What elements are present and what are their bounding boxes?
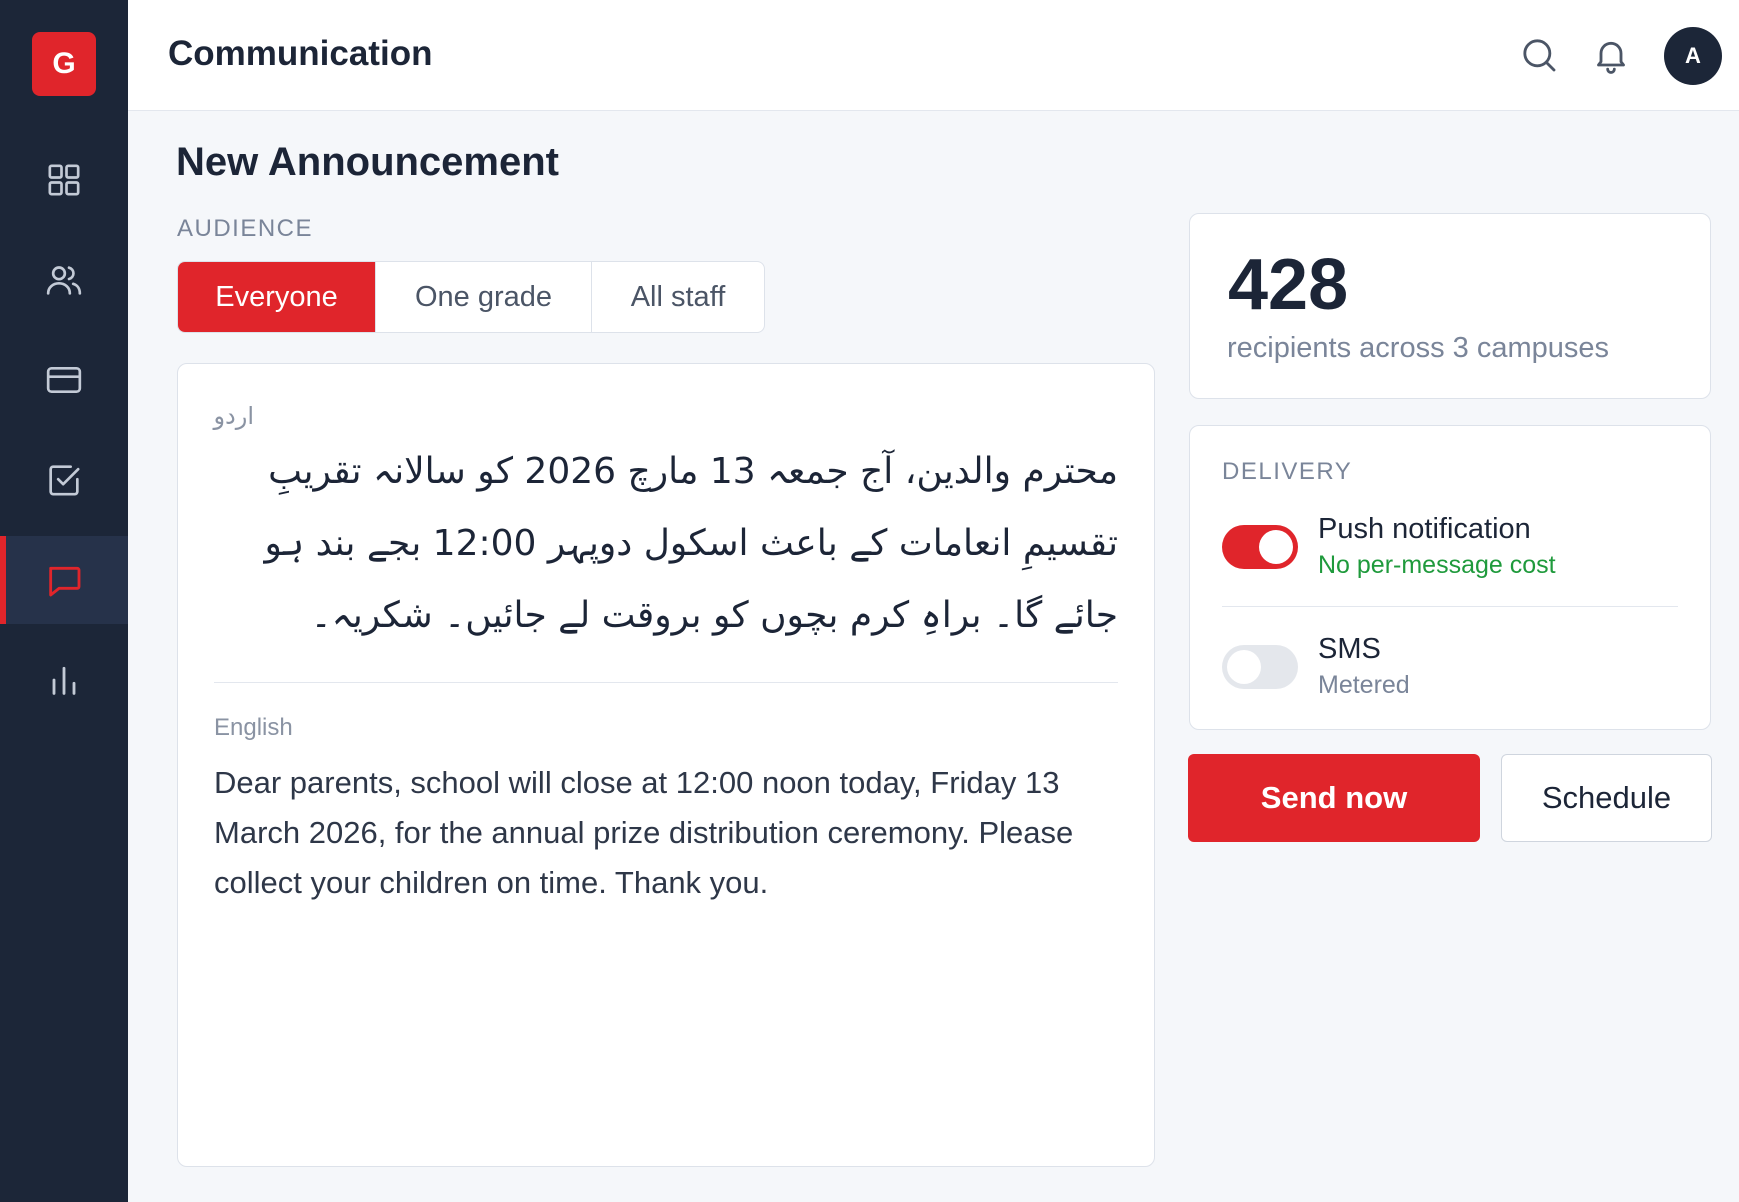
bell-icon <box>1597 41 1625 74</box>
top-header: Communication A <box>128 0 1739 111</box>
recipient-caption: recipients across 3 campuses <box>1227 332 1609 364</box>
push-notification-title: Push notification <box>1318 513 1531 545</box>
sms-toggle[interactable] <box>1222 645 1298 689</box>
sidebar: G <box>0 0 128 1202</box>
english-label: English <box>214 714 293 741</box>
audience-option-everyone[interactable]: Everyone <box>178 262 376 332</box>
urdu-label: اردو <box>213 403 254 430</box>
sidebar-item-communication[interactable] <box>0 536 128 624</box>
delivery-divider <box>1222 606 1678 607</box>
message-editor[interactable]: اردو محترم والدین، آج جمعہ 13 مارچ 2026 … <box>177 363 1155 1167</box>
sms-subtitle: Metered <box>1318 671 1410 699</box>
sidebar-item-dashboard[interactable] <box>0 136 128 224</box>
language-divider <box>214 682 1118 683</box>
credit-card-icon <box>46 367 82 393</box>
sidebar-item-people[interactable] <box>0 236 128 324</box>
audience-label: AUDIENCE <box>177 215 314 242</box>
message-icon <box>49 566 81 597</box>
toggle-knob <box>1259 530 1293 564</box>
send-now-button[interactable]: Send now <box>1188 754 1480 842</box>
audience-option-all-staff[interactable]: All staff <box>592 262 764 332</box>
sidebar-item-reports[interactable] <box>0 636 128 724</box>
user-avatar[interactable]: A <box>1664 27 1722 85</box>
recipients-card: 428 recipients across 3 campuses <box>1189 213 1711 399</box>
english-message-text[interactable]: Dear parents, school will close at 12:00… <box>214 758 1124 908</box>
audience-selector: Everyone One grade All staff <box>177 261 765 333</box>
users-icon <box>46 266 82 295</box>
sidebar-item-billing[interactable] <box>0 336 128 424</box>
search-button[interactable] <box>1518 34 1560 76</box>
grid-icon <box>48 164 80 196</box>
search-icon <box>1523 39 1556 72</box>
app-logo[interactable]: G <box>32 32 96 96</box>
bar-chart-icon <box>52 666 76 695</box>
audience-option-one-grade[interactable]: One grade <box>376 262 592 332</box>
delivery-label: DELIVERY <box>1222 458 1353 485</box>
recipient-count: 428 <box>1228 245 1349 325</box>
header-title: Communication <box>168 34 433 73</box>
sidebar-item-tasks[interactable] <box>0 436 128 524</box>
notifications-button[interactable] <box>1590 34 1632 76</box>
toggle-knob <box>1227 650 1261 684</box>
push-notification-toggle[interactable] <box>1222 525 1298 569</box>
delivery-card: DELIVERY Push notification No per-messag… <box>1189 425 1711 730</box>
urdu-message-text[interactable]: محترم والدین، آج جمعہ 13 مارچ 2026 کو سا… <box>214 436 1118 652</box>
checkbox-icon <box>49 465 80 496</box>
push-notification-subtitle: No per-message cost <box>1318 551 1556 579</box>
schedule-button[interactable]: Schedule <box>1501 754 1712 842</box>
sms-title: SMS <box>1318 633 1381 665</box>
page-title: New Announcement <box>176 140 559 184</box>
